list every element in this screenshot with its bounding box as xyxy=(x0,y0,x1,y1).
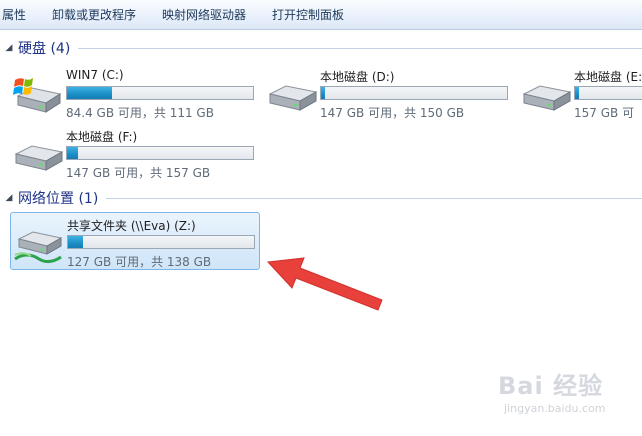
watermark: Bai 经验 jingyan.baidu.com xyxy=(498,366,628,422)
watermark-url: jingyan.baidu.com xyxy=(504,402,606,415)
watermark-logo: Bai 经验 xyxy=(498,372,604,400)
